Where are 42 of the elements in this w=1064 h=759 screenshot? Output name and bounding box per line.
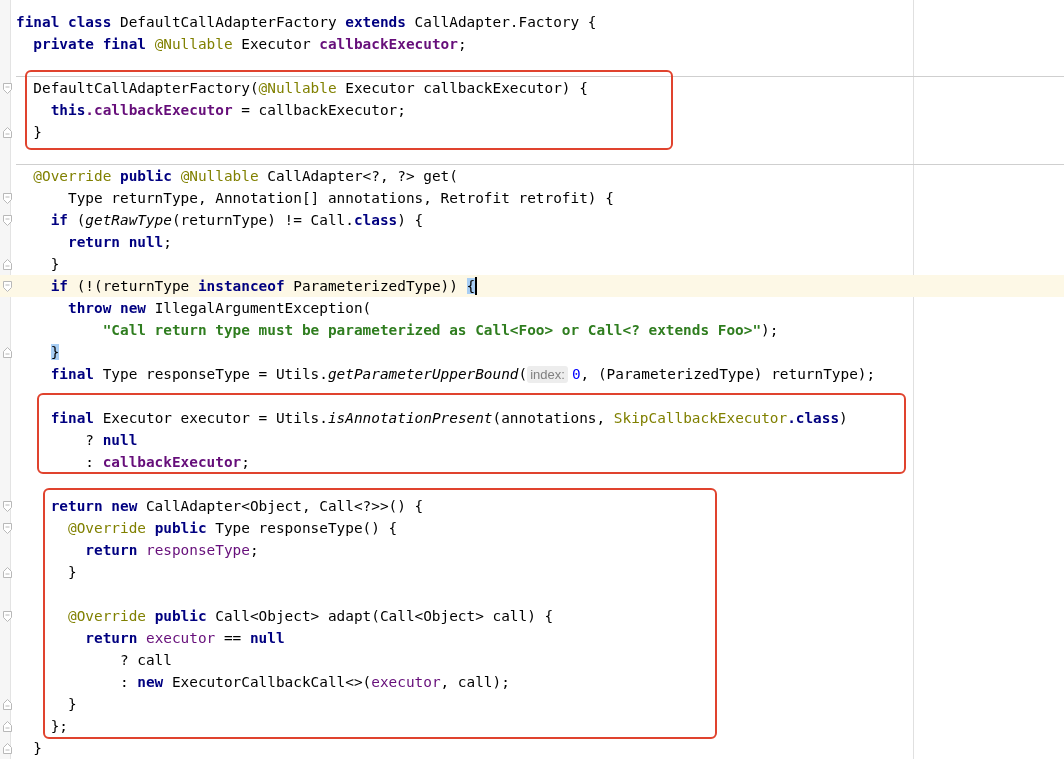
code-line: return new CallAdapter<Object, Call<?>>() { (49, 497, 424, 516)
code-line: ? call (118, 651, 172, 670)
fold-close-icon[interactable] (3, 742, 12, 754)
fold-close-icon[interactable] (3, 126, 12, 138)
code-line: final Type responseType = Utils.getParameterUpperBound( index: 0, (ParameterizedType) returnType); (49, 364, 876, 385)
code-line: throw new IllegalArgumentException( (66, 299, 372, 318)
code-line: } (49, 255, 60, 274)
code-line: final Executor executor = Utils.isAnnotationPresent(annotations, SkipCallbackExecutor.class) (49, 409, 848, 428)
fold-open-icon[interactable] (3, 280, 12, 292)
code-line: if (!(returnType instanceof ParameterizedType)) { (49, 277, 476, 296)
fold-close-icon[interactable] (3, 566, 12, 578)
fold-open-icon[interactable] (3, 522, 12, 534)
code-line: } (32, 123, 42, 142)
code-line: final class DefaultCallAdapterFactory extends CallAdapter.Factory { (16, 13, 597, 32)
fold-open-icon[interactable] (3, 500, 12, 512)
fold-close-icon[interactable] (3, 698, 12, 710)
code-line: }; (49, 717, 68, 736)
code-line: this.callbackExecutor = callbackExecutor; (49, 101, 406, 120)
code-line: private final @Nullable Executor callbackExecutor; (32, 35, 467, 54)
code-line: return executor == null (84, 629, 285, 648)
code-line: "Call return type must be parameterized as Call<Foo> or Call<? extends Foo>"); (101, 321, 779, 340)
fold-open-icon[interactable] (3, 214, 12, 226)
code-line: return responseType; (84, 541, 259, 560)
code-line: } (66, 563, 77, 582)
fold-close-icon[interactable] (3, 258, 12, 270)
fold-open-icon[interactable] (3, 610, 12, 622)
code-line: : callbackExecutor; (84, 453, 250, 472)
code-line: } (32, 739, 42, 758)
code-line: @Override public @Nullable CallAdapter<?, ?> get( (32, 167, 458, 186)
code-line: : new ExecutorCallbackCall<>(executor, call); (118, 673, 510, 692)
code-line: } (66, 695, 77, 714)
fold-close-icon[interactable] (3, 346, 12, 358)
code-line: DefaultCallAdapterFactory(@Nullable Executor callbackExecutor) { (32, 79, 588, 98)
fold-open-icon[interactable] (3, 82, 12, 94)
code-line: @Override public Type responseType() { (66, 519, 398, 538)
code-line: return null; (66, 233, 172, 252)
fold-close-icon[interactable] (3, 720, 12, 732)
fold-open-icon[interactable] (3, 192, 12, 204)
code-line: ? null (84, 431, 138, 450)
code-line: @Override public Call<Object> adapt(Call<Object> call) { (66, 607, 554, 626)
code-line: if (getRawType(returnType) != Call.class) { (49, 211, 424, 230)
code-line: Type returnType, Annotation[] annotations, Retrofit retrofit) { (66, 189, 614, 208)
